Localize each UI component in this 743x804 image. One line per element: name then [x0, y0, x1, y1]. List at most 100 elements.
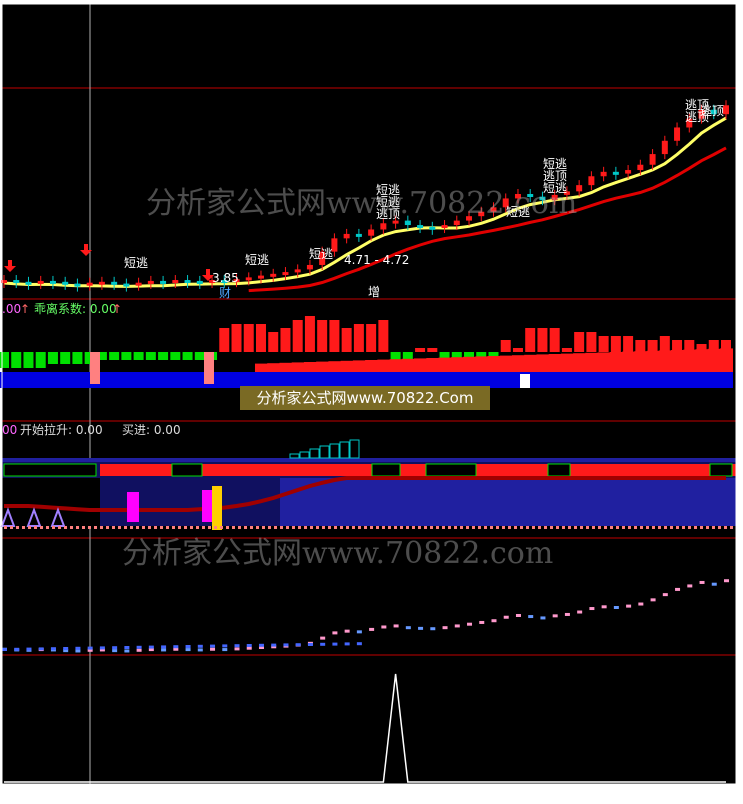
- bias-bar: [60, 352, 71, 364]
- candle-body: [62, 281, 69, 285]
- bias-marker: [90, 352, 100, 384]
- dot-upper: [589, 607, 595, 611]
- rise-base-dot: [22, 526, 25, 529]
- candle-body: [417, 225, 424, 229]
- rise-base-dot: [568, 526, 571, 529]
- band-blue: [622, 372, 636, 388]
- band-blue: [695, 372, 709, 388]
- band-red: [438, 357, 452, 372]
- rise-base-dot: [610, 526, 613, 529]
- rise-dark-zone: [2, 478, 102, 526]
- band-red: [658, 350, 672, 372]
- rise-base-dot: [586, 526, 589, 529]
- band-blue: [671, 372, 685, 388]
- band-red: [511, 355, 525, 372]
- dot-upper: [479, 620, 485, 624]
- rise-base-dot: [694, 526, 697, 529]
- rise-base-dot: [574, 526, 577, 529]
- bias-bar: [219, 328, 230, 352]
- band-red: [646, 350, 660, 372]
- watermark-banner: 分析家公式网www.70822.Com: [240, 386, 490, 410]
- band-blue: [499, 372, 513, 388]
- bias-bar: [133, 352, 144, 360]
- bias-bar: [268, 332, 279, 352]
- dot-lower: [344, 642, 350, 646]
- dot-lower: [210, 644, 216, 648]
- bias-bar: [23, 352, 34, 368]
- bias-bar: [610, 336, 621, 352]
- dot-upper: [246, 646, 252, 650]
- chart-frame: 4.71 - 4.72 3.85 财 增 短逃 短逃 短逃 短逃 短逃 逃顶 短…: [0, 0, 743, 804]
- rise-base-dot: [592, 526, 595, 529]
- band-blue: [573, 372, 587, 388]
- bias-bar: [47, 352, 58, 364]
- candle-body: [368, 229, 375, 236]
- dot-upper: [112, 649, 118, 653]
- bias-bar: [512, 348, 523, 352]
- dot-upper: [662, 593, 668, 597]
- bias-bar: [329, 320, 340, 352]
- bias-bar: [623, 336, 634, 352]
- candle-body: [649, 154, 656, 165]
- candle-body: [147, 280, 154, 284]
- band-red: [401, 358, 415, 372]
- band-red: [475, 356, 489, 372]
- bias-bar: [194, 352, 205, 360]
- rise-base-dot: [730, 526, 733, 529]
- rise-legend: 开始拉升: 0.00: [20, 423, 103, 437]
- candle-body: [184, 280, 191, 284]
- band-red: [279, 362, 293, 372]
- rise-box: [425, 463, 477, 477]
- rise-base-dot: [556, 526, 559, 529]
- dot-upper: [613, 606, 619, 609]
- candle-body: [257, 275, 264, 279]
- candle-body: [49, 280, 56, 284]
- rise-base-dot: [688, 526, 691, 529]
- bias-bar: [255, 324, 266, 352]
- dot-upper: [124, 649, 130, 653]
- dot-lower: [222, 644, 228, 648]
- rise-base-dot: [16, 526, 19, 529]
- candle-body: [245, 277, 252, 281]
- band-red: [573, 353, 587, 372]
- band-blue: [585, 372, 599, 388]
- dot-upper: [344, 629, 350, 633]
- band-red: [267, 363, 281, 372]
- band-red: [548, 354, 562, 372]
- rise-base-dot: [46, 526, 49, 529]
- candle-body: [429, 226, 436, 230]
- rise-base-dot: [682, 526, 685, 529]
- dot-lower: [185, 645, 191, 648]
- bias-bar: [415, 348, 426, 352]
- band-red: [560, 353, 574, 372]
- band-red: [609, 352, 623, 372]
- band-red: [365, 360, 379, 372]
- band-red: [414, 358, 428, 372]
- dot-lower: [50, 647, 56, 651]
- band-red: [695, 349, 709, 372]
- candle-body: [98, 281, 105, 285]
- band-red: [426, 358, 440, 372]
- rise-base-dot: [52, 526, 55, 529]
- rise-base-dot: [706, 526, 709, 529]
- bias-bar: [304, 316, 315, 352]
- band-blue: [10, 372, 24, 388]
- dot-lower: [246, 644, 252, 647]
- band-red: [487, 356, 501, 372]
- rise-box: [709, 463, 733, 477]
- candle-body: [612, 171, 619, 175]
- finance-mark: 财: [219, 286, 232, 300]
- bias-bar: [182, 352, 193, 360]
- bias-bar: [158, 352, 169, 360]
- bias-bar: [243, 324, 254, 352]
- dot-upper: [699, 580, 705, 584]
- dot-upper: [528, 615, 534, 619]
- candle-body: [637, 164, 644, 171]
- band-blue: [132, 372, 146, 388]
- rise-base-dot: [28, 526, 31, 529]
- band-red: [536, 354, 550, 372]
- candle-body: [355, 233, 362, 237]
- band-blue: [169, 372, 183, 388]
- candle-body: [74, 283, 81, 287]
- bias-bar: [549, 328, 560, 352]
